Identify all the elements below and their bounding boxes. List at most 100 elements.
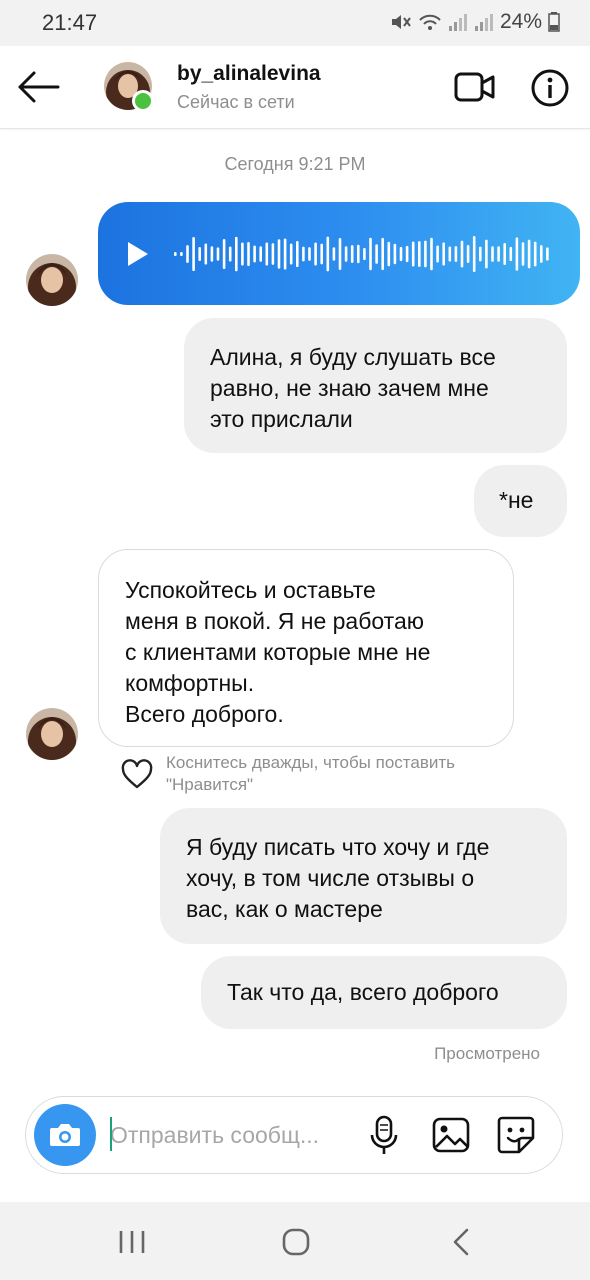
waveform-bar xyxy=(405,245,409,263)
message-bubble-outgoing[interactable]: Я буду писать что хочу и где хочу, в том… xyxy=(160,808,567,944)
waveform-bar xyxy=(228,246,232,262)
chat-header: by_alinalevina Сейчас в сети xyxy=(0,46,590,129)
online-indicator xyxy=(132,90,154,112)
waveform-bar xyxy=(302,246,305,262)
system-nav-bar xyxy=(0,1202,590,1280)
seen-status: Просмотрено xyxy=(434,1044,540,1063)
play-icon[interactable] xyxy=(126,240,150,268)
message-bubble-outgoing[interactable]: Алина, я буду слушать все равно, не знаю… xyxy=(184,318,567,453)
header-avatar[interactable] xyxy=(104,62,154,114)
waveform-bar xyxy=(497,246,500,262)
waveform-bar xyxy=(222,238,226,270)
heart-icon[interactable] xyxy=(120,758,154,792)
username[interactable]: by_alinalevina xyxy=(177,62,321,86)
waveform-bar xyxy=(357,244,360,264)
waveform-bar xyxy=(216,247,220,261)
sender-avatar[interactable] xyxy=(26,254,78,306)
waveform-bar xyxy=(369,237,372,271)
waveform-bar xyxy=(472,236,476,272)
info-button[interactable] xyxy=(530,68,570,108)
waveform-bar xyxy=(174,252,177,256)
voice-message[interactable] xyxy=(98,202,580,305)
waveform-bar xyxy=(241,242,244,266)
status-time: 21:47 xyxy=(42,10,98,35)
waveform-bar xyxy=(289,243,293,265)
waveform-bar xyxy=(350,245,354,263)
waveform-bar xyxy=(527,239,531,269)
waveform-bar xyxy=(546,247,549,261)
waveform-bar xyxy=(363,247,366,261)
waveform-bar xyxy=(375,244,378,264)
image-icon[interactable] xyxy=(431,1116,471,1154)
status-icons: 24% xyxy=(390,10,560,34)
chat-timestamp: Сегодня 9:21 PM xyxy=(224,154,366,174)
video-call-button[interactable] xyxy=(454,70,496,104)
waveform-bar xyxy=(283,238,287,270)
waveform-bar xyxy=(491,246,494,262)
like-hint-row: Коснитесь дважды, чтобы поставить "Нрави… xyxy=(120,752,526,796)
waveform-bar xyxy=(448,246,452,262)
waveform-bar xyxy=(436,245,439,263)
battery-percent: 24% xyxy=(499,10,542,33)
waveform-bar xyxy=(308,247,311,261)
waveform-bar xyxy=(393,243,397,265)
waveform-bar xyxy=(180,252,183,256)
signal-icon xyxy=(448,14,467,31)
sticker-icon[interactable] xyxy=(496,1115,536,1155)
waveform-bar xyxy=(418,241,421,267)
waveform-bar xyxy=(460,240,464,268)
voice-waveform[interactable] xyxy=(174,228,554,280)
microphone-icon[interactable] xyxy=(368,1115,400,1157)
mute-icon xyxy=(391,15,411,29)
waveform-bar xyxy=(198,246,201,262)
waveform-bar xyxy=(430,237,433,271)
waveform-bar xyxy=(332,247,336,261)
waveform-bar xyxy=(479,246,482,262)
home-icon[interactable] xyxy=(276,1222,316,1262)
message-input[interactable] xyxy=(110,1113,358,1157)
waveform-bar xyxy=(271,243,275,265)
waveform-bar xyxy=(503,243,506,265)
waveform-bar xyxy=(387,241,391,267)
camera-icon xyxy=(50,1124,80,1146)
signal-icon-2 xyxy=(474,14,493,31)
message-bubble-outgoing[interactable]: *не xyxy=(474,465,567,537)
waveform-bar xyxy=(235,236,238,272)
message-bubble-incoming[interactable]: Успокойтесь и оставьте меня в покой. Я н… xyxy=(98,549,514,747)
text-cursor xyxy=(110,1117,112,1151)
waveform-bar xyxy=(314,242,317,266)
waveform-bar xyxy=(399,246,403,262)
waveform-bar xyxy=(186,245,189,263)
waveform-bar xyxy=(296,240,299,268)
status-bar: 21:47 24% xyxy=(0,0,590,46)
waveform-bar xyxy=(247,241,250,267)
waveform-bar xyxy=(326,236,330,272)
like-hint-text: Коснитесь дважды, чтобы поставить "Нрави… xyxy=(166,753,456,794)
back-nav-icon[interactable] xyxy=(442,1222,482,1262)
battery-icon xyxy=(548,12,560,32)
waveform-bar xyxy=(540,245,543,263)
waveform-bar xyxy=(442,242,445,266)
waveform-bar xyxy=(515,237,519,271)
recent-apps-icon[interactable] xyxy=(112,1222,152,1262)
sender-avatar[interactable] xyxy=(26,708,78,760)
waveform-bar xyxy=(466,245,470,263)
presence-status: Сейчас в сети xyxy=(177,92,295,112)
back-button[interactable] xyxy=(16,68,62,106)
message-composer xyxy=(25,1096,563,1174)
waveform-bar xyxy=(204,243,208,265)
message-bubble-outgoing[interactable]: Так что да, всего доброго xyxy=(201,956,567,1029)
wifi-icon xyxy=(419,14,441,30)
waveform-bar xyxy=(277,239,281,269)
waveform-bar xyxy=(424,240,427,268)
waveform-bar xyxy=(265,242,269,266)
waveform-bar xyxy=(521,242,525,266)
waveform-bar xyxy=(454,246,458,262)
camera-button[interactable] xyxy=(34,1104,96,1166)
waveform-bar xyxy=(338,238,342,270)
waveform-bar xyxy=(210,246,214,262)
waveform-bar xyxy=(192,236,195,272)
waveform-bar xyxy=(533,241,537,267)
waveform-bar xyxy=(509,246,513,262)
waveform-bar xyxy=(344,246,348,262)
